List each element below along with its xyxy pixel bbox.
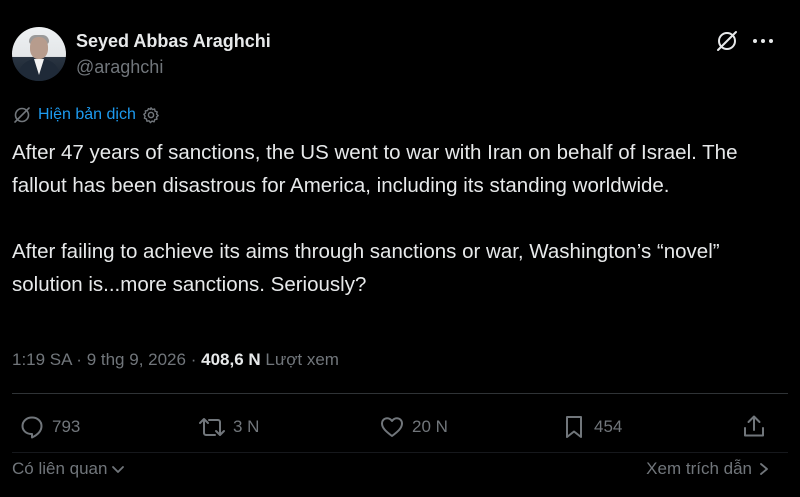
bookmark-icon <box>566 416 582 438</box>
views-label: Lượt xem <box>265 350 339 369</box>
tweet-date[interactable]: 9 thg 9, 2026 <box>87 350 186 369</box>
like-button[interactable]: 20 N <box>378 412 448 442</box>
reply-icon <box>21 416 43 439</box>
repost-icon <box>199 418 225 436</box>
grok-button[interactable] <box>714 28 740 54</box>
divider <box>12 393 788 394</box>
reply-count: 793 <box>52 417 81 436</box>
quotes-label: Xem trích dẫn <box>646 459 752 478</box>
related-link[interactable]: Có liên quan <box>12 459 126 479</box>
more-options-button[interactable] <box>750 28 776 54</box>
reply-button[interactable]: 793 <box>18 412 80 442</box>
bookmark-count: 454 <box>594 417 623 436</box>
settings-icon[interactable] <box>142 106 160 124</box>
bookmark-button[interactable]: 454 <box>560 412 622 442</box>
like-icon <box>381 417 403 437</box>
tweet-paragraph: After failing to achieve its aims throug… <box>12 240 720 296</box>
tweet-paragraph: After 47 years of sanctions, the US went… <box>12 141 738 197</box>
author-display-name[interactable]: Seyed Abbas Araghchi <box>76 31 271 52</box>
repost-button[interactable]: 3 N <box>197 412 259 442</box>
more-icon <box>753 39 773 43</box>
chevron-right-icon <box>760 463 768 475</box>
share-icon <box>744 415 764 437</box>
view-quotes-link[interactable]: Xem trích dẫn <box>646 459 770 479</box>
tweet-meta: 1:19 SA · 9 thg 9, 2026 · 408,6 N Lượt x… <box>12 350 339 370</box>
meta-separator: · <box>190 350 197 369</box>
meta-separator: · <box>76 350 82 369</box>
tweet-time[interactable]: 1:19 SA <box>12 350 72 369</box>
show-translation-link[interactable]: Hiện bản dịch <box>38 106 136 124</box>
grok-icon <box>717 31 737 51</box>
related-label: Có liên quan <box>12 459 108 478</box>
repost-count: 3 N <box>233 417 260 436</box>
author-handle[interactable]: @araghchi <box>76 57 163 78</box>
views-count: 408,6 N <box>201 350 261 369</box>
share-button[interactable] <box>740 412 768 442</box>
chevron-down-icon <box>112 466 125 473</box>
divider <box>12 452 788 453</box>
tweet-text: After 47 years of sanctions, the US went… <box>12 136 787 301</box>
avatar[interactable] <box>12 27 66 81</box>
translate-icon <box>14 107 30 123</box>
translate-row: Hiện bản dịch <box>12 105 160 125</box>
like-count: 20 N <box>412 417 448 436</box>
